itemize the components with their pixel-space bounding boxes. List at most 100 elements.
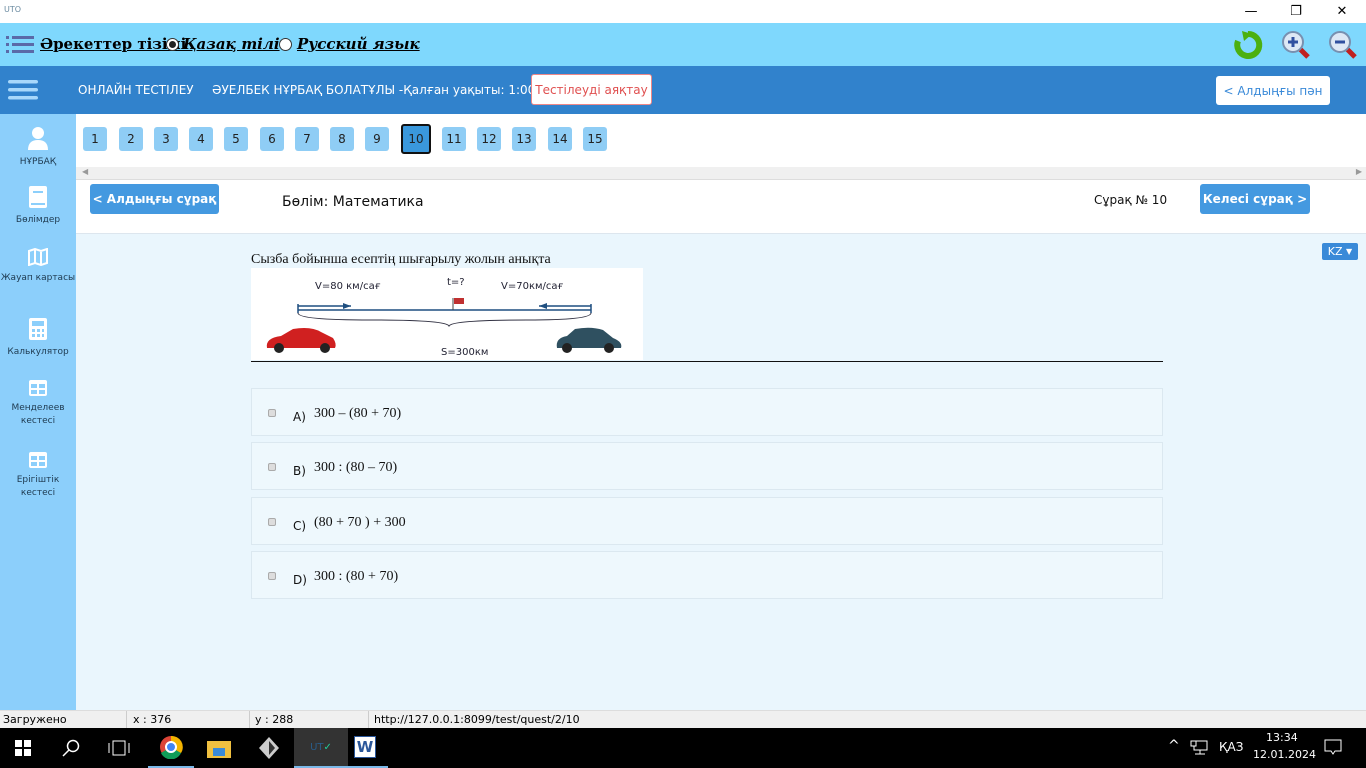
status-bar: Загружено x : 376 y : 288 http://127.0.0…	[0, 710, 1366, 729]
question-number-2[interactable]: 2	[119, 127, 143, 151]
figure-v1: V=80 км/сағ	[315, 281, 381, 292]
question-number-5[interactable]: 5	[224, 127, 248, 151]
header-title: ОНЛАЙН ТЕСТІЛЕУ	[78, 83, 194, 97]
option-text: (80 + 70 ) + 300	[314, 515, 406, 530]
answer-option[interactable]: A) 300 – (80 + 70)	[251, 388, 1163, 436]
toolbar: Әрекеттер тізімі Қазақ тілі Русский язык	[0, 23, 1366, 66]
close-button[interactable]: ✕	[1319, 0, 1365, 23]
answer-option[interactable]: C) (80 + 70 ) + 300	[251, 497, 1163, 545]
sidebar: НҰРБАҚ Бөлімдер Жауап картасы Калькулято…	[0, 114, 76, 710]
answer-option[interactable]: D) 300 : (80 + 70)	[251, 551, 1163, 599]
question-number-3[interactable]: 3	[154, 127, 178, 151]
question-number-9[interactable]: 9	[365, 127, 389, 151]
student-timer: ӘУЕЛБЕК НҰРБАҚ БОЛАТҰЛЫ -Қалған уақыты: …	[212, 83, 555, 97]
sidebar-item-calculator[interactable]: Калькулятор	[0, 318, 76, 359]
question-number-14[interactable]: 14	[548, 127, 572, 151]
lang-select[interactable]: KZ ▼	[1322, 243, 1358, 260]
chevron-down-icon: ▼	[1346, 247, 1353, 256]
explorer-taskbar-icon[interactable]	[196, 728, 242, 768]
option-checkbox[interactable]	[268, 572, 276, 580]
scroll-right-icon[interactable]: ▶	[1356, 167, 1362, 176]
question-number-1[interactable]: 1	[83, 127, 107, 151]
lang-kz-label[interactable]: Қазақ тілі	[183, 35, 280, 53]
windows-icon	[15, 740, 31, 756]
option-text: 300 : (80 + 70)	[314, 569, 399, 584]
option-checkbox[interactable]	[268, 518, 276, 526]
search-icon	[62, 739, 80, 757]
option-text: 300 : (80 – 70)	[314, 460, 398, 475]
actions-list-link[interactable]: Әрекеттер тізімі	[40, 35, 186, 53]
lang-kz-radio[interactable]	[166, 38, 179, 51]
question-text: Сызба бойынша есептің шығарылу жолын аны…	[251, 252, 551, 267]
search-button[interactable]	[48, 728, 94, 768]
question-number-bar: 1 2 3 4 5 6 7 8 9 10 11 12 13 14 15	[76, 114, 1366, 167]
status-state: Загружено	[3, 713, 67, 726]
app-logo: UTO	[4, 5, 22, 14]
app-header: ОНЛАЙН ТЕСТІЛЕУ ӘУЕЛБЕК НҰРБАҚ БОЛАТҰЛЫ …	[0, 66, 1366, 114]
sidebar-item-label: Ерігіштік кестесі	[16, 475, 60, 498]
option-letter: A)	[293, 410, 306, 424]
zoom-in-icon[interactable]	[1280, 29, 1312, 61]
status-x: x : 376	[133, 713, 172, 726]
network-icon[interactable]	[1190, 740, 1208, 756]
chrome-taskbar-icon[interactable]	[148, 728, 194, 768]
sidebar-item-answer-card[interactable]: Жауап картасы	[0, 248, 76, 285]
refresh-icon[interactable]	[1232, 29, 1264, 61]
next-question-button[interactable]: Келесі сұрақ >	[1200, 184, 1310, 214]
zoom-out-icon[interactable]	[1327, 29, 1359, 61]
tray-chevron-up-icon[interactable]: ^	[1168, 738, 1180, 754]
question-number-7[interactable]: 7	[295, 127, 319, 151]
horizontal-scrollbar[interactable]: ◀ ▶	[76, 167, 1366, 180]
option-text: 300 – (80 + 70)	[314, 406, 402, 421]
sidebar-item-mendeleev[interactable]: Менделеев кестесі	[0, 380, 76, 428]
task-view-button[interactable]	[96, 728, 142, 768]
question-number-15[interactable]: 15	[583, 127, 607, 151]
start-button[interactable]	[0, 728, 46, 768]
question-number-6[interactable]: 6	[260, 127, 284, 151]
window-titlebar: UTO — ❐ ✕	[0, 0, 1366, 23]
clock-date[interactable]: 12.01.2024	[1253, 748, 1316, 761]
lang-select-value: KZ	[1327, 245, 1343, 258]
figure-v2: V=70км/сағ	[501, 281, 564, 292]
keyboard-language[interactable]: ҚАЗ	[1219, 740, 1243, 754]
sidebar-item-label: Бөлімдер	[15, 215, 61, 225]
option-letter: C)	[293, 519, 307, 533]
question-number-12[interactable]: 12	[477, 127, 501, 151]
question-number-label: Сұрақ № 10	[1094, 193, 1168, 207]
scroll-left-icon[interactable]: ◀	[82, 167, 88, 176]
prev-question-button[interactable]: < Алдыңғы сұрақ	[90, 184, 219, 214]
figure-s: S=300км	[441, 347, 488, 358]
option-checkbox[interactable]	[268, 463, 276, 471]
sidebar-item-label: Калькулятор	[7, 347, 69, 357]
answer-option[interactable]: B) 300 : (80 – 70)	[251, 442, 1163, 490]
table-icon	[29, 380, 47, 396]
finish-test-button[interactable]: Тестілеуді аяқтау	[531, 74, 652, 105]
uto-taskbar-icon[interactable]: UT ✓	[294, 728, 348, 768]
option-checkbox[interactable]	[268, 409, 276, 417]
question-number-11[interactable]: 11	[442, 127, 466, 151]
question-nav: < Алдыңғы сұрақ Бөлім: Математика Сұрақ …	[76, 180, 1366, 234]
figure-t: t=?	[447, 277, 465, 288]
question-number-4[interactable]: 4	[189, 127, 213, 151]
question-number-8[interactable]: 8	[330, 127, 354, 151]
list-icon[interactable]	[6, 35, 34, 55]
question-number-10[interactable]: 10	[401, 124, 431, 154]
menu-icon[interactable]	[8, 80, 38, 100]
minimize-button[interactable]: —	[1228, 0, 1274, 23]
prev-subject-button[interactable]: < Алдыңғы пән	[1216, 76, 1330, 105]
lang-ru-radio[interactable]	[279, 38, 292, 51]
sidebar-item-solubility[interactable]: Ерігіштік кестесі	[0, 452, 76, 500]
notifications-icon[interactable]	[1324, 739, 1342, 755]
clock-time[interactable]: 13:34	[1266, 731, 1298, 744]
question-figure: V=80 км/сағ t=? V=70км/сағ S=300км	[251, 268, 643, 360]
option-letter: B)	[293, 464, 306, 478]
sidebar-item-sections[interactable]: Бөлімдер	[0, 186, 76, 227]
question-number-13[interactable]: 13	[512, 127, 536, 151]
word-taskbar-icon[interactable]: W	[342, 728, 388, 768]
restore-button[interactable]: ❐	[1273, 0, 1319, 23]
task-view-icon	[108, 740, 130, 756]
lang-ru-label[interactable]: Русский язык	[297, 35, 420, 53]
taskbar: UT ✓ W ^ ҚАЗ 13:34 12.01.2024	[0, 728, 1366, 768]
app-taskbar-icon[interactable]	[246, 728, 292, 768]
sidebar-item-user[interactable]: НҰРБАҚ	[0, 126, 76, 169]
